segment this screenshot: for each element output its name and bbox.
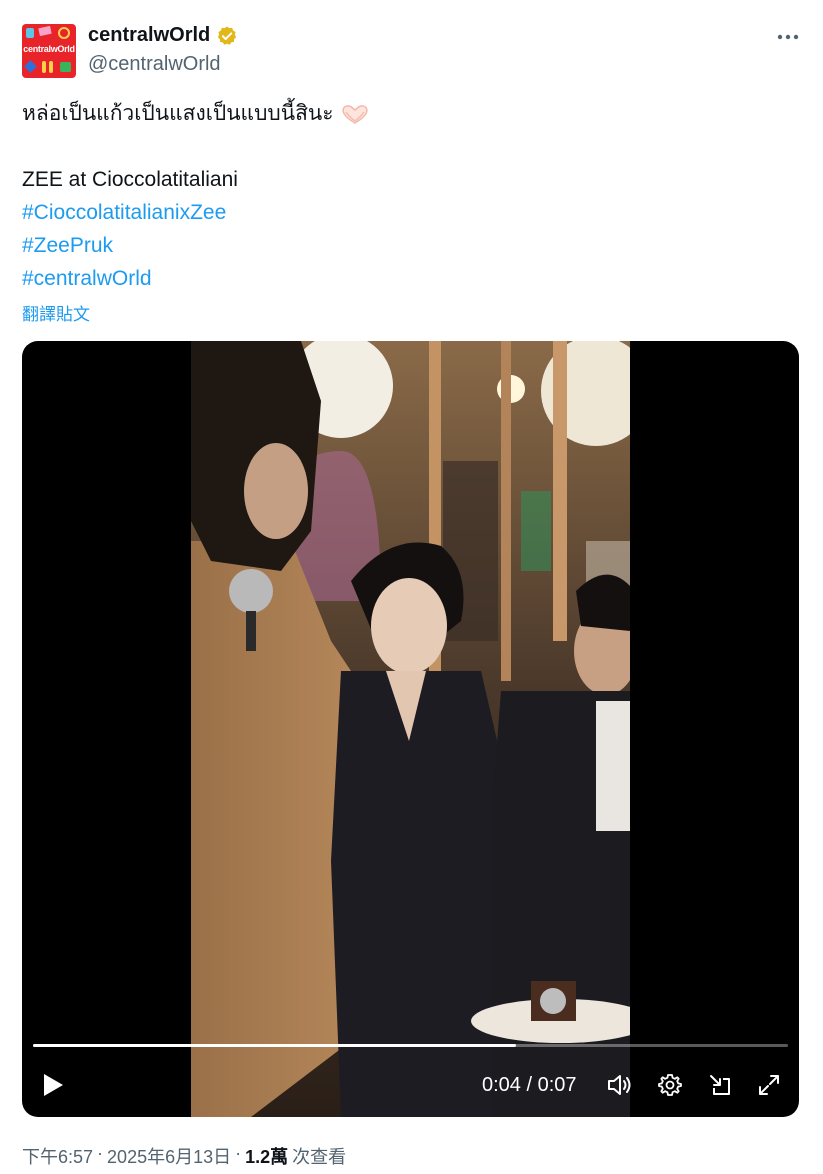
avatar-logo-text: centralwOrld	[23, 44, 75, 54]
translate-post-link[interactable]: 翻譯貼文	[22, 300, 90, 325]
meta-separator: ·	[97, 1143, 104, 1163]
play-icon[interactable]	[38, 1069, 68, 1101]
video-player[interactable]: 0:04 / 0:07	[22, 341, 799, 1117]
hashtag-link[interactable]: #CioccolatitalianixZee	[22, 196, 226, 229]
hashtag-link[interactable]: #centralwOrld	[22, 262, 152, 295]
tweet-text-line: หล่อเป็นแก้วเป็นแสงเป็นแบบนี้สินะ	[22, 97, 370, 130]
video-frame	[191, 341, 630, 1117]
tweet-date[interactable]: 2025年6月13日	[107, 1143, 231, 1169]
verified-badge-icon	[216, 25, 238, 47]
popout-icon[interactable]	[706, 1069, 734, 1101]
video-progress-bar[interactable]	[33, 1044, 788, 1047]
heart-hands-icon	[340, 103, 370, 125]
meta-separator: ·	[235, 1143, 242, 1163]
settings-icon[interactable]	[656, 1069, 684, 1101]
fullscreen-icon[interactable]	[755, 1069, 783, 1101]
tweet-time[interactable]: 下午6:57	[22, 1143, 93, 1169]
more-options-icon[interactable]	[772, 25, 804, 49]
views-count: 1.2萬	[245, 1147, 289, 1167]
tweet-meta: 下午6:57 · 2025年6月13日 · 1.2萬 次查看	[22, 1143, 346, 1169]
volume-icon[interactable]	[606, 1069, 634, 1101]
views-label: 次查看	[292, 1147, 347, 1167]
video-progress-fill	[33, 1044, 517, 1047]
author-display-name[interactable]: centralwOrld	[88, 24, 210, 47]
avatar[interactable]: centralwOrld	[22, 24, 76, 78]
video-time-display: 0:04 / 0:07	[482, 1073, 577, 1096]
tweet-text-line: ZEE at Cioccolatitaliani	[22, 168, 238, 191]
tweet-text-thai: หล่อเป็นแก้วเป็นแสงเป็นแบบนี้สินะ	[22, 102, 334, 125]
author-handle[interactable]: @centralwOrld	[88, 53, 221, 76]
hashtag-link[interactable]: #ZeePruk	[22, 229, 113, 262]
